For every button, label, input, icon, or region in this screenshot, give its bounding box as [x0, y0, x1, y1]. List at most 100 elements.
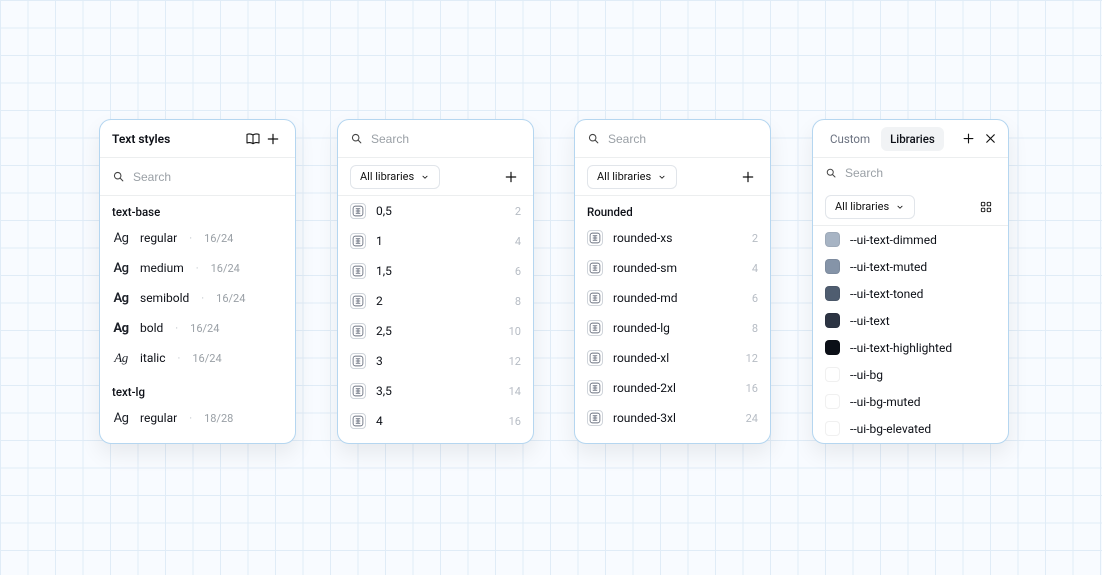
search-icon: [350, 132, 363, 145]
variable-name: 0,5: [376, 204, 392, 218]
variable-name: rounded-lg: [613, 321, 670, 335]
library-filter[interactable]: All libraries: [825, 195, 915, 219]
variable-name: rounded-xs: [613, 231, 672, 245]
text-style-item[interactable]: Agsemibold·16/24: [100, 283, 295, 313]
variable-name: 4: [376, 414, 383, 428]
color-variable-item[interactable]: --ui-text-dimmed: [813, 226, 1008, 253]
variable-item[interactable]: 312: [338, 346, 533, 376]
tab-libraries[interactable]: Libraries: [881, 127, 944, 151]
variable-item[interactable]: rounded-xs2: [575, 223, 770, 253]
variable-value: 14: [509, 385, 521, 398]
chevron-down-icon: [657, 172, 667, 182]
text-style-item[interactable]: Agregular·16/24: [100, 223, 295, 253]
panel-header: Text styles: [100, 120, 295, 158]
number-variables-panel: All libraries 0,52141,56282,5103123,5144…: [337, 119, 534, 444]
variable-icon: [587, 410, 603, 426]
add-style-button[interactable]: [263, 129, 283, 149]
search-row: [813, 158, 1008, 188]
type-sample-icon: Ag: [112, 411, 130, 426]
color-variable-item[interactable]: --ui-text-muted: [813, 253, 1008, 280]
variable-item[interactable]: rounded-lg8: [575, 313, 770, 343]
variable-name: 3,5: [376, 384, 392, 398]
color-swatch: [825, 394, 840, 409]
variable-item[interactable]: rounded-xl12: [575, 343, 770, 373]
variable-icon: [587, 260, 603, 276]
color-swatch: [825, 313, 840, 328]
type-sample-icon: Ag: [112, 261, 130, 276]
group-label: Rounded: [575, 196, 770, 223]
variable-icon: [350, 293, 366, 309]
color-variable-item[interactable]: --ui-bg: [813, 361, 1008, 388]
filter-label: All libraries: [597, 170, 651, 183]
variable-item[interactable]: 1,56: [338, 256, 533, 286]
style-name: regular: [140, 411, 177, 425]
library-filter[interactable]: All libraries: [587, 165, 677, 189]
variable-icon: [350, 263, 366, 279]
style-name: medium: [140, 261, 184, 275]
search-input[interactable]: [133, 170, 288, 184]
variable-item[interactable]: rounded-3xl24: [575, 403, 770, 433]
radius-variables-panel: All libraries Rounded rounded-xs2rounded…: [574, 119, 771, 444]
search-input[interactable]: [371, 132, 526, 146]
add-button[interactable]: [958, 129, 978, 149]
variable-name: 1,5: [376, 264, 392, 278]
library-icon[interactable]: [243, 129, 263, 149]
variable-icon: [587, 380, 603, 396]
style-meta: 16/24: [216, 292, 245, 305]
filter-row: All libraries: [575, 158, 770, 196]
chevron-down-icon: [895, 202, 905, 212]
color-swatch: [825, 367, 840, 382]
add-variable-button[interactable]: [738, 167, 758, 187]
variable-item[interactable]: 14: [338, 226, 533, 256]
search-icon: [825, 167, 837, 179]
variable-item[interactable]: 3,5 14: [338, 376, 533, 406]
color-variable-item[interactable]: --ui-text: [813, 307, 1008, 334]
close-button[interactable]: [980, 129, 1000, 149]
variable-name: --ui-bg-muted: [850, 395, 920, 409]
variable-item[interactable]: 28: [338, 286, 533, 316]
search-row: [575, 120, 770, 158]
search-icon: [587, 132, 600, 145]
color-variable-item[interactable]: --ui-bg-elevated: [813, 415, 1008, 442]
search-input[interactable]: [845, 166, 1000, 180]
text-style-item[interactable]: Agitalic·16/24: [100, 343, 295, 373]
variable-value: 8: [515, 295, 521, 308]
filter-row: All libraries: [338, 158, 533, 196]
tab-custom[interactable]: Custom: [821, 127, 879, 151]
add-variable-button[interactable]: [501, 167, 521, 187]
variable-icon: [587, 320, 603, 336]
color-variable-item[interactable]: --ui-bg-muted: [813, 388, 1008, 415]
color-variable-item[interactable]: --ui-text-toned: [813, 280, 1008, 307]
text-styles-panel: Text styles text-baseAgregular·16/24Agme…: [99, 119, 296, 444]
variable-name: rounded-sm: [613, 261, 677, 275]
text-style-item[interactable]: Agmedium·16/24: [100, 253, 295, 283]
text-style-item[interactable]: Agregular·18/28: [100, 403, 295, 433]
search-icon: [112, 170, 125, 183]
text-style-item[interactable]: Agbold·16/24: [100, 313, 295, 343]
variable-value: 2: [515, 205, 521, 218]
search-input[interactable]: [608, 132, 763, 146]
variable-item[interactable]: 2,510: [338, 316, 533, 346]
variable-item[interactable]: rounded-sm4: [575, 253, 770, 283]
library-filter[interactable]: All libraries: [350, 165, 440, 189]
color-variable-item[interactable]: --ui-text-highlighted: [813, 334, 1008, 361]
variable-item[interactable]: 0,52: [338, 196, 533, 226]
variable-value: 10: [509, 325, 521, 338]
variable-name: --ui-text-toned: [850, 287, 923, 301]
variable-item[interactable]: rounded-md6: [575, 283, 770, 313]
color-swatch: [825, 340, 840, 355]
variable-value: 16: [746, 382, 758, 395]
variable-icon: [587, 350, 603, 366]
search-row: [100, 158, 295, 196]
variable-item[interactable]: rounded-2xl16: [575, 373, 770, 403]
variable-name: 3: [376, 354, 383, 368]
chevron-down-icon: [420, 172, 430, 182]
style-name: regular: [140, 231, 177, 245]
style-name: italic: [140, 351, 166, 365]
grid-view-icon[interactable]: [976, 197, 996, 217]
variable-name: rounded-3xl: [613, 411, 676, 425]
variable-item[interactable]: 416: [338, 406, 533, 436]
variable-name: --ui-bg-elevated: [850, 422, 931, 436]
type-sample-icon: Ag: [112, 350, 130, 366]
variable-icon: [350, 413, 366, 429]
